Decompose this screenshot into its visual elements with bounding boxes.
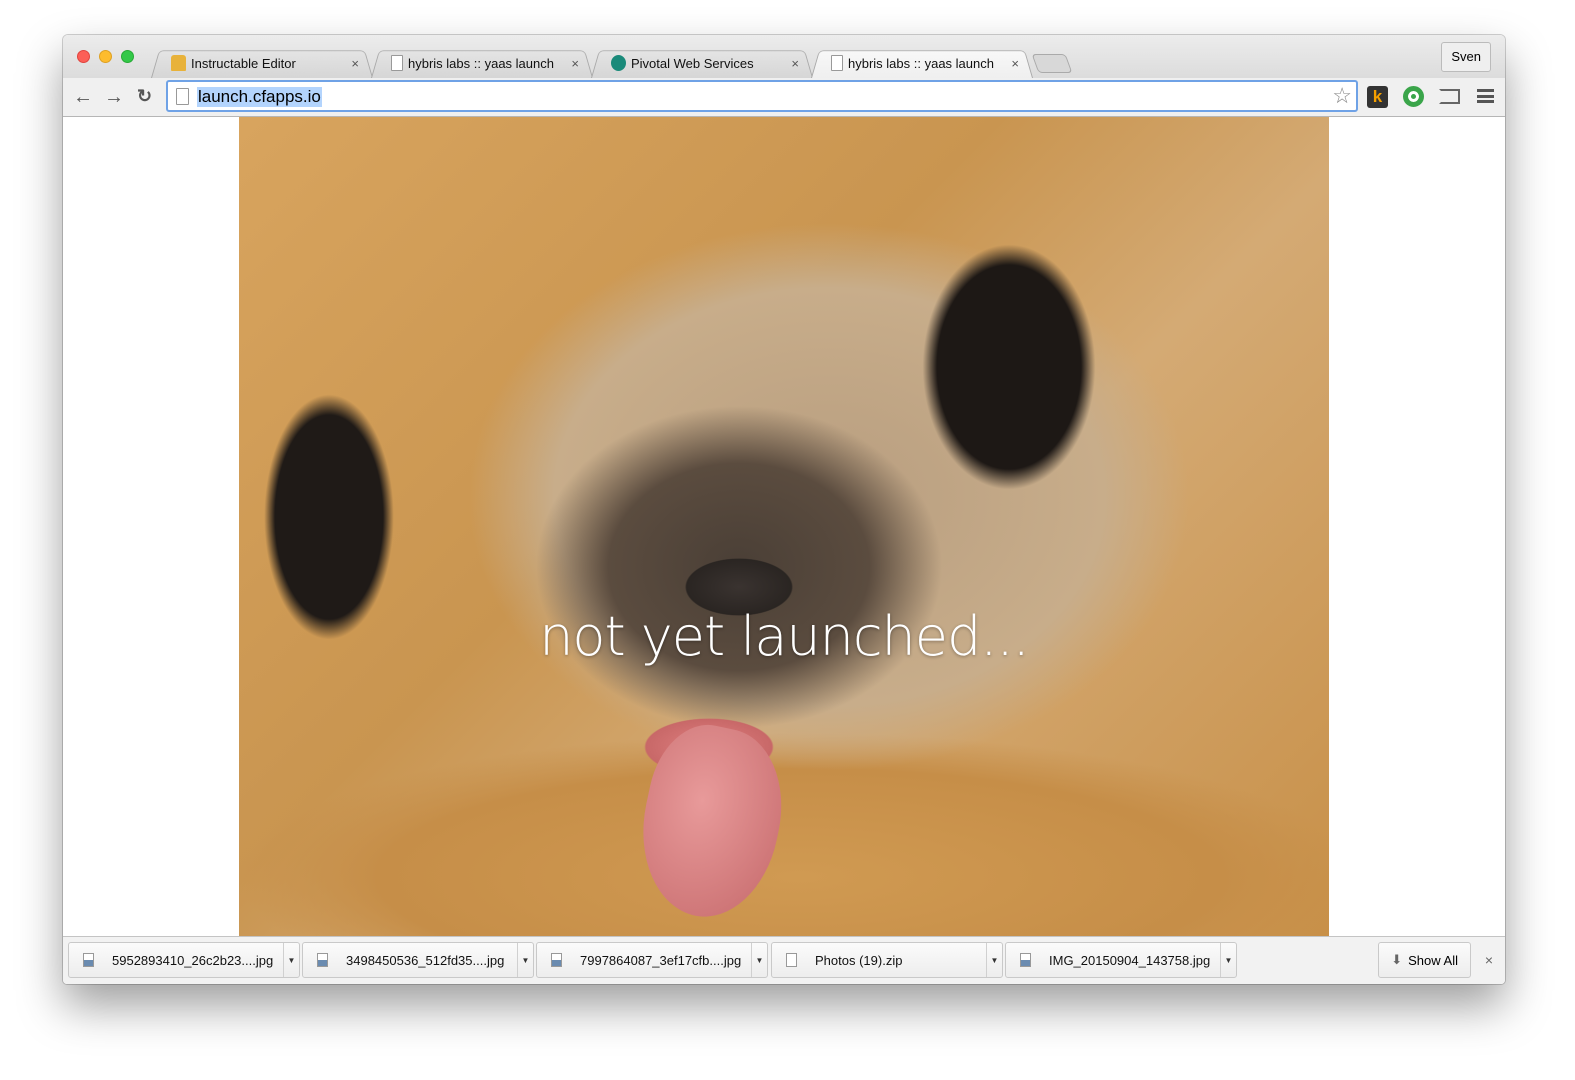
show-all-label: Show All — [1408, 952, 1458, 968]
download-filename: 7997864087_3ef17cfb....jpg — [580, 952, 742, 968]
bookmark-star-icon[interactable]: ☆ — [1332, 83, 1352, 109]
tab-strip: Instructable Editor × hybris labs :: yaa… — [63, 35, 1505, 78]
reload-icon[interactable]: ↻ — [137, 86, 152, 107]
status-caption: not yet launched... — [539, 605, 1030, 668]
download-item[interactable]: IMG_20150904_143758.jpg ▼ — [1005, 942, 1237, 978]
download-item[interactable]: Photos (19).zip ▼ — [771, 942, 1003, 978]
sleeping-pug-photo: not yet launched... — [239, 117, 1329, 936]
toolbar: ← → ↻ launch.cfapps.io ☆ k — [63, 78, 1505, 117]
download-menu-dropdown[interactable]: ▼ — [986, 943, 1002, 977]
image-file-icon — [551, 953, 562, 967]
download-filename: 5952893410_26c2b23....jpg — [112, 952, 274, 968]
cast-icon[interactable] — [1439, 89, 1460, 104]
close-tab-icon[interactable]: × — [1011, 56, 1019, 71]
download-menu-dropdown[interactable]: ▼ — [517, 943, 533, 977]
close-window-button[interactable] — [77, 50, 90, 63]
tab-title: hybris labs :: yaas launch — [848, 55, 994, 71]
download-menu-dropdown[interactable]: ▼ — [283, 943, 299, 977]
forward-arrow-icon[interactable]: → — [104, 86, 124, 109]
pivotal-icon — [611, 55, 626, 71]
image-file-icon — [83, 953, 94, 967]
close-downloads-bar-icon[interactable]: × — [1485, 952, 1493, 968]
close-tab-icon[interactable]: × — [571, 56, 579, 71]
download-filename: 3498450536_512fd35....jpg — [346, 952, 505, 968]
browser-window: Instructable Editor × hybris labs :: yaa… — [63, 35, 1505, 984]
kippt-extension-icon[interactable]: k — [1367, 86, 1388, 108]
download-filename: IMG_20150904_143758.jpg — [1049, 952, 1211, 968]
profile-button[interactable]: Sven — [1441, 42, 1491, 72]
zoom-window-button[interactable] — [121, 50, 134, 63]
instructables-robot-icon — [171, 55, 186, 71]
tab-hybris-labs-1[interactable]: hybris labs :: yaas launch × — [371, 48, 593, 78]
address-bar[interactable]: launch.cfapps.io ☆ — [166, 80, 1358, 112]
menu-hamburger-icon[interactable] — [1477, 89, 1494, 103]
tab-title: hybris labs :: yaas launch — [408, 55, 554, 71]
zip-file-icon — [786, 953, 797, 967]
url-input[interactable]: launch.cfapps.io — [197, 87, 322, 107]
page-content: not yet launched... — [63, 117, 1505, 936]
downloads-bar: 5952893410_26c2b23....jpg ▼ 3498450536_5… — [63, 936, 1505, 984]
image-file-icon — [1020, 953, 1031, 967]
download-item[interactable]: 3498450536_512fd35....jpg ▼ — [302, 942, 534, 978]
tab-instructable-editor[interactable]: Instructable Editor × — [151, 48, 373, 78]
pushbullet-extension-icon[interactable] — [1403, 86, 1424, 107]
download-item[interactable]: 5952893410_26c2b23....jpg ▼ — [68, 942, 300, 978]
back-arrow-icon[interactable]: ← — [73, 86, 93, 109]
download-menu-dropdown[interactable]: ▼ — [751, 943, 767, 977]
page-icon — [831, 55, 843, 71]
tab-title: Pivotal Web Services — [631, 55, 754, 71]
download-item[interactable]: 7997864087_3ef17cfb....jpg ▼ — [536, 942, 768, 978]
close-tab-icon[interactable]: × — [791, 56, 799, 71]
image-file-icon — [317, 953, 328, 967]
tab-hybris-labs-active[interactable]: hybris labs :: yaas launch × — [811, 48, 1033, 78]
tab-pivotal-web-services[interactable]: Pivotal Web Services × — [591, 48, 813, 78]
download-menu-dropdown[interactable]: ▼ — [1220, 943, 1236, 977]
page-icon — [391, 55, 403, 71]
download-filename: Photos (19).zip — [815, 952, 903, 968]
close-tab-icon[interactable]: × — [351, 56, 359, 71]
pug-tongue — [625, 715, 798, 929]
new-tab-button[interactable] — [1031, 54, 1073, 73]
tab-title: Instructable Editor — [191, 55, 296, 71]
minimize-window-button[interactable] — [99, 50, 112, 63]
download-arrow-icon: ⬇ — [1391, 952, 1403, 967]
show-all-downloads-button[interactable]: ⬇ Show All — [1378, 942, 1471, 978]
page-icon — [176, 88, 189, 105]
